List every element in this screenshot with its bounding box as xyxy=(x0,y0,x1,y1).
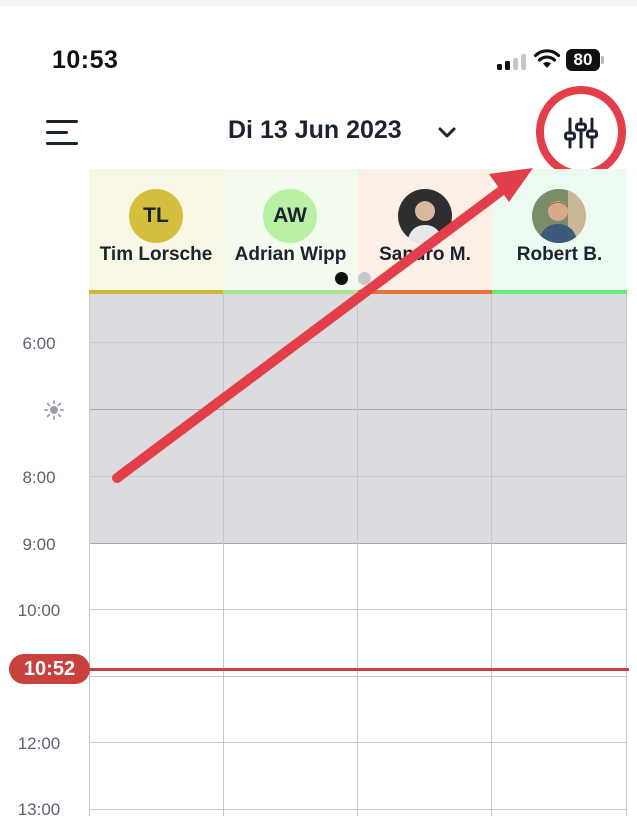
chevron-down-icon[interactable] xyxy=(437,126,457,140)
staff-name: Adrian Wipp xyxy=(234,244,347,265)
battery-level: 80 xyxy=(566,49,600,71)
time-label: 13:00 xyxy=(17,800,61,816)
staff-name: Tim Lorsche xyxy=(99,244,213,265)
sun-icon xyxy=(44,400,64,420)
time-label: 9:00 xyxy=(22,535,56,554)
staff-column-sandro[interactable]: Sandro M. xyxy=(358,169,492,294)
cellular-signal-icon xyxy=(497,54,527,70)
time-label: 6:00 xyxy=(22,334,56,353)
highlight-circle xyxy=(536,86,626,178)
staff-name: Robert B. xyxy=(516,244,603,265)
grid-line xyxy=(89,609,627,610)
grid-line xyxy=(89,342,627,343)
time-label: 12:00 xyxy=(17,734,61,753)
menu-button[interactable] xyxy=(46,118,82,148)
avatar: AW xyxy=(263,189,317,243)
staff-column-tim[interactable]: TL Tim Lorsche xyxy=(89,169,223,294)
column-divider xyxy=(491,294,492,816)
top-divider xyxy=(0,0,637,6)
grid-line xyxy=(89,476,627,477)
grid-line xyxy=(89,676,627,677)
column-divider xyxy=(626,294,627,816)
column-divider xyxy=(89,294,90,816)
staff-column-robert[interactable]: Robert B. xyxy=(492,169,627,294)
date-selector[interactable]: Di 13 Jun 2023 xyxy=(228,116,402,145)
column-divider xyxy=(357,294,358,816)
page-indicator[interactable] xyxy=(358,272,371,285)
battery-icon: 80 xyxy=(566,49,604,71)
unavailable-hours xyxy=(89,294,627,544)
current-time-badge: 10:52 xyxy=(9,654,90,684)
grid-line xyxy=(89,543,627,544)
avatar: TL xyxy=(129,189,183,243)
current-time-line xyxy=(60,668,629,671)
time-label: 8:00 xyxy=(22,468,56,487)
page-indicator-active[interactable] xyxy=(335,272,348,285)
status-time: 10:53 xyxy=(52,46,119,74)
grid-line xyxy=(89,742,627,743)
staff-name: Sandro M. xyxy=(379,244,471,265)
grid-line xyxy=(89,409,627,410)
wifi-icon xyxy=(533,49,561,68)
avatar-photo xyxy=(398,189,452,243)
grid-line xyxy=(89,809,627,810)
column-divider xyxy=(223,294,224,816)
avatar-photo xyxy=(532,189,586,243)
time-label: 10:00 xyxy=(17,601,61,620)
